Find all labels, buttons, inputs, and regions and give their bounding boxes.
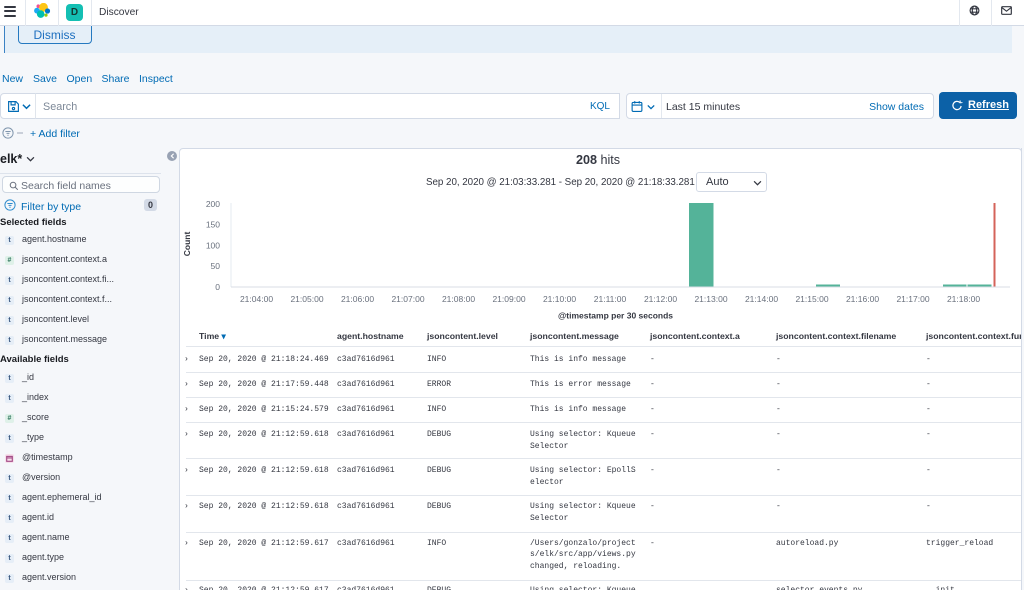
svg-text:21:07:00: 21:07:00 [391, 294, 424, 304]
svg-text:50: 50 [211, 261, 221, 271]
svg-text:21:13:00: 21:13:00 [694, 294, 727, 304]
svg-text:21:10:00: 21:10:00 [543, 294, 576, 304]
svg-text:21:11:00: 21:11:00 [594, 294, 627, 304]
svg-text:21:16:00: 21:16:00 [846, 294, 879, 304]
svg-text:100: 100 [206, 240, 220, 250]
svg-text:@timestamp per 30 seconds: @timestamp per 30 seconds [558, 311, 673, 321]
svg-text:21:14:00: 21:14:00 [745, 294, 778, 304]
svg-text:Count: Count [182, 232, 192, 257]
svg-text:0: 0 [215, 282, 220, 292]
svg-text:21:05:00: 21:05:00 [290, 294, 323, 304]
svg-text:21:04:00: 21:04:00 [240, 294, 273, 304]
svg-text:21:09:00: 21:09:00 [492, 294, 525, 304]
svg-text:21:06:00: 21:06:00 [341, 294, 374, 304]
svg-text:21:17:00: 21:17:00 [896, 294, 929, 304]
svg-text:21:15:00: 21:15:00 [795, 294, 828, 304]
svg-text:21:08:00: 21:08:00 [442, 294, 475, 304]
svg-text:21:12:00: 21:12:00 [644, 294, 677, 304]
svg-text:150: 150 [206, 220, 220, 230]
svg-text:21:18:00: 21:18:00 [947, 294, 980, 304]
svg-text:200: 200 [206, 199, 220, 209]
